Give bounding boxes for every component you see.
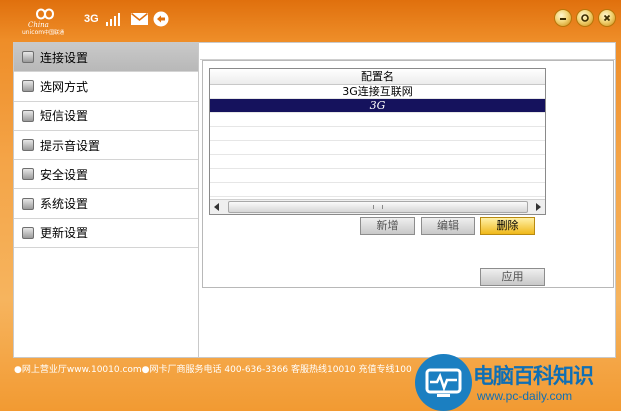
delete-button[interactable]: 删除 — [480, 217, 535, 235]
settings-content: 连接设置 选网方式 短信设置 提示音设置 安全设置 系统设置 更新设置 配置名 … — [13, 42, 616, 358]
sidebar-item-label: 选网方式 — [40, 79, 89, 94]
sidebar-item-system[interactable]: 系统设置 — [14, 189, 198, 219]
close-icon — [603, 14, 611, 22]
sidebar-item-connection[interactable]: 连接设置 — [14, 43, 198, 73]
back-icon[interactable] — [153, 11, 169, 27]
signal-strength-icon — [105, 13, 121, 26]
close-button[interactable] — [598, 9, 616, 27]
sidebar-item-sound[interactable]: 提示音设置 — [14, 131, 198, 161]
wrench-icon — [22, 197, 34, 210]
watermark-url: www.pc-daily.com — [477, 389, 573, 403]
horizontal-scrollbar[interactable] — [210, 199, 545, 214]
scrollbar-thumb[interactable] — [228, 201, 528, 213]
sidebar-item-label: 连接设置 — [40, 50, 89, 65]
list-item-empty — [210, 141, 545, 155]
scroll-left-icon[interactable] — [214, 203, 219, 211]
edit-button[interactable]: 编辑 — [421, 217, 475, 235]
watermark-title: 电脑百科知识 — [473, 364, 594, 388]
minimize-icon — [560, 18, 566, 20]
list-item-empty — [210, 113, 545, 127]
apply-button[interactable]: 应用 — [480, 268, 545, 286]
sidebar-item-label: 短信设置 — [40, 109, 89, 124]
sidebar-item-label: 更新设置 — [40, 226, 89, 241]
watermark: 电脑百科知识 www.pc-daily.com — [415, 354, 621, 411]
sidebar-item-label: 提示音设置 — [40, 138, 101, 153]
sidebar-item-label: 系统设置 — [40, 197, 89, 212]
mail-icon[interactable] — [131, 13, 148, 25]
minimize-button[interactable] — [554, 9, 572, 27]
sidebar-item-network-selection[interactable]: 选网方式 — [14, 72, 198, 102]
sidebar-item-update[interactable]: 更新设置 — [14, 219, 198, 249]
sms-icon — [22, 109, 34, 122]
profile-list: 配置名 3G连接互联网 3G — [209, 68, 546, 215]
list-item-empty — [210, 183, 545, 197]
list-item-selected[interactable]: 3G — [210, 99, 545, 113]
logo-text-china: China — [28, 21, 49, 29]
column-header-profile-name[interactable]: 配置名 — [210, 69, 545, 85]
connection-icon — [22, 51, 34, 64]
settings-circle-button[interactable] — [576, 9, 594, 27]
list-item-empty — [210, 169, 545, 183]
sidebar-item-security[interactable]: 安全设置 — [14, 160, 198, 190]
profile-panel: 配置名 3G连接互联网 3G 新增 编辑 删除 应用 — [202, 60, 614, 288]
logo-text-cn: 中国联通 — [44, 30, 65, 36]
sidebar-item-sms[interactable]: 短信设置 — [14, 102, 198, 131]
footer-info: ●网上营业厅www.10010.com●网卡厂商服务电话 400-636-336… — [14, 365, 412, 375]
sidebar-item-label: 安全设置 — [40, 167, 89, 182]
lock-icon — [22, 168, 34, 181]
add-button[interactable]: 新增 — [360, 217, 415, 235]
monitor-logo-icon — [415, 354, 472, 411]
list-item-empty — [210, 155, 545, 169]
list-item[interactable]: 3G连接互联网 — [210, 85, 545, 99]
network-icon — [22, 80, 34, 93]
list-item-empty — [210, 127, 545, 141]
speaker-icon — [22, 139, 34, 152]
update-icon — [22, 226, 34, 239]
logo-text-unicom: unicom中国联通 — [22, 29, 65, 36]
unicom-knot-icon — [35, 8, 55, 20]
china-unicom-logo: China unicom中国联通 — [22, 6, 76, 36]
network-type-label: 3G — [84, 13, 99, 25]
connection-settings-panel: 配置名 3G连接互联网 3G 新增 编辑 删除 应用 — [200, 43, 615, 357]
settings-sidebar: 连接设置 选网方式 短信设置 提示音设置 安全设置 系统设置 更新设置 — [14, 43, 199, 357]
scroll-right-icon[interactable] — [536, 203, 541, 211]
title-bar: China unicom中国联通 3G — [0, 0, 621, 38]
app-window: China unicom中国联通 3G 连接设置 选网方式 短信设置 提示音设置… — [0, 0, 621, 411]
ring-icon — [581, 14, 589, 22]
